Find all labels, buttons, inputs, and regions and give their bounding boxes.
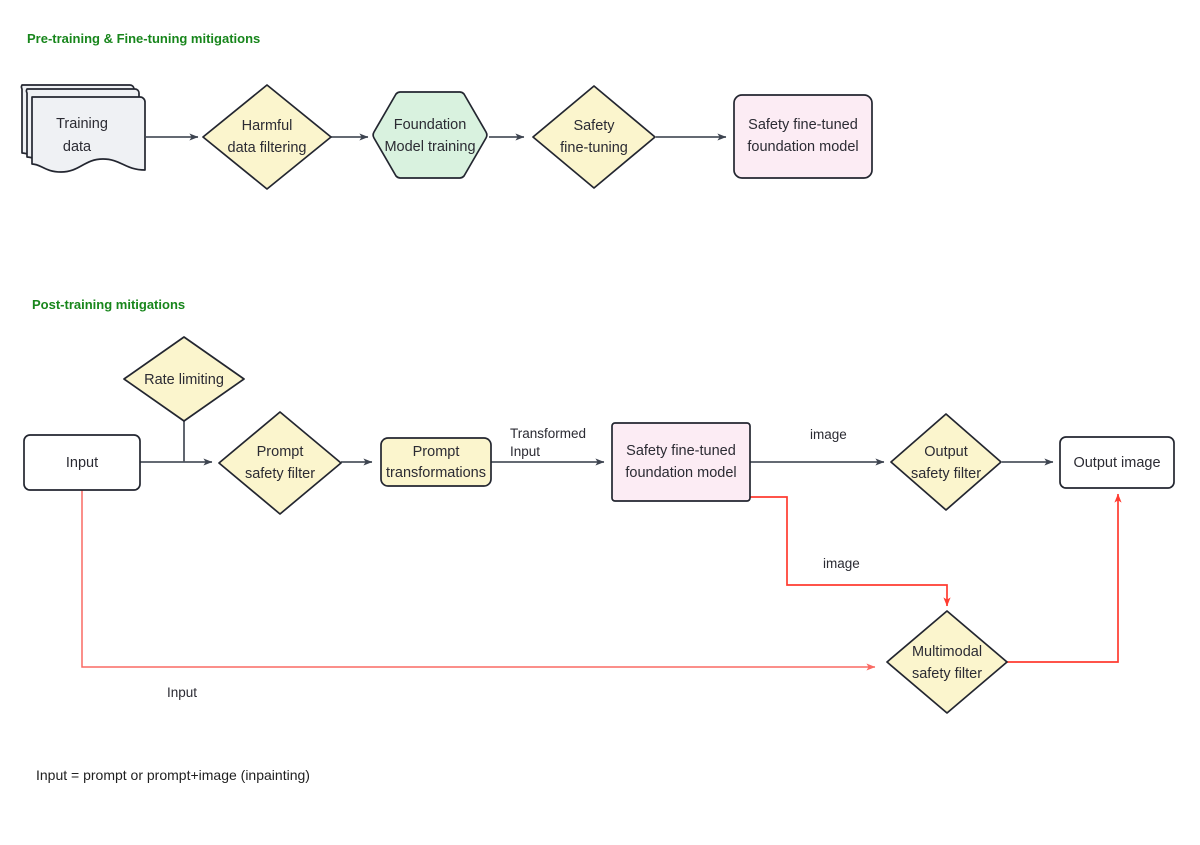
node-label-safety-finetuning-line2: fine-tuning	[560, 140, 628, 156]
node-harmful-data-filtering: Harmful data filtering	[202, 84, 332, 190]
document-stack-front	[31, 96, 146, 173]
node-label-promptfilter-line2: safety filter	[245, 466, 315, 482]
node-prompt-transformations: Prompt transformations	[380, 437, 492, 487]
node-input: Input	[23, 434, 141, 491]
footnote-text: Input = prompt or prompt+image (inpainti…	[36, 767, 310, 783]
node-label-sftm-top-line1: Safety fine-tuned	[748, 117, 858, 133]
node-safety-finetuned-model-top: Safety fine-tuned foundation model	[733, 94, 873, 179]
edge-input-to-multimodal	[81, 490, 876, 671]
edge-label-transformed-input-line1: Transformed	[510, 426, 586, 441]
node-label-transformations-line1: Prompt	[413, 444, 460, 460]
diamond-output-safety-filter	[890, 413, 1002, 511]
node-label-harmful-line1: Harmful	[242, 118, 293, 134]
section-title-pretraining: Pre-training & Fine-tuning mitigations	[27, 31, 260, 46]
node-safety-finetuned-model-main: Safety fine-tuned foundation model	[611, 422, 751, 502]
node-label-transformations-line2: transformations	[386, 465, 486, 481]
section-title-posttraining: Post-training mitigations	[32, 297, 185, 312]
node-label-sftm-top-line2: foundation model	[747, 139, 858, 155]
node-output-safety-filter: Output safety filter	[890, 413, 1002, 511]
edge-label-image-feedback: image	[823, 556, 860, 571]
node-label-harmful-line2: data filtering	[228, 140, 307, 156]
node-label-input: Input	[66, 455, 98, 471]
node-label-foundation-line1: Foundation	[394, 117, 467, 133]
node-label-output-image: Output image	[1073, 455, 1160, 471]
box-safety-finetuned-model-main	[611, 422, 751, 502]
node-label-sftm-main-line1: Safety fine-tuned	[626, 443, 736, 459]
diamond-multimodal-safety-filter	[886, 610, 1008, 714]
edge-label-image-top: image	[810, 427, 847, 442]
node-multimodal-safety-filter: Multimodal safety filter	[886, 610, 1008, 714]
node-prompt-safety-filter: Prompt safety filter	[218, 411, 342, 515]
node-label-training-data-line2: data	[63, 139, 92, 155]
diamond-prompt-safety-filter	[218, 411, 342, 515]
edge-label-input-feedback: Input	[167, 685, 197, 700]
edge-multimodal-to-outputimage	[1007, 493, 1122, 663]
node-label-foundation-line2: Model training	[384, 139, 475, 155]
node-label-multimodal-line1: Multimodal	[912, 644, 982, 660]
edge-label-transformed-input-line2: Input	[510, 444, 540, 459]
node-label-safety-finetuning-line1: Safety	[573, 118, 615, 134]
edge-model-to-multimodal-image	[750, 496, 951, 607]
node-foundation-model-training: Foundation Model training	[372, 91, 488, 179]
node-output-image: Output image	[1059, 436, 1175, 489]
node-label-outputfilter-line2: safety filter	[911, 466, 981, 482]
node-label-multimodal-line2: safety filter	[912, 666, 982, 682]
node-label-outputfilter-line1: Output	[924, 444, 968, 460]
node-safety-fine-tuning: Safety fine-tuning	[532, 85, 656, 189]
node-label-training-data-line1: Training	[56, 116, 108, 132]
node-training-data: Training data	[20, 84, 146, 173]
flow-diagram: Pre-training & Fine-tuning mitigations P…	[20, 31, 1175, 783]
box-safety-finetuned-model-top	[733, 94, 873, 179]
hexagon-foundation-model-training	[372, 91, 488, 179]
diamond-harmful-data-filtering	[202, 84, 332, 190]
diamond-safety-fine-tuning	[532, 85, 656, 189]
node-label-sftm-main-line2: foundation model	[625, 465, 736, 481]
node-rate-limiting: Rate limiting	[123, 336, 245, 422]
node-label-promptfilter-line1: Prompt	[257, 444, 304, 460]
node-label-rate-limiting: Rate limiting	[144, 372, 224, 388]
